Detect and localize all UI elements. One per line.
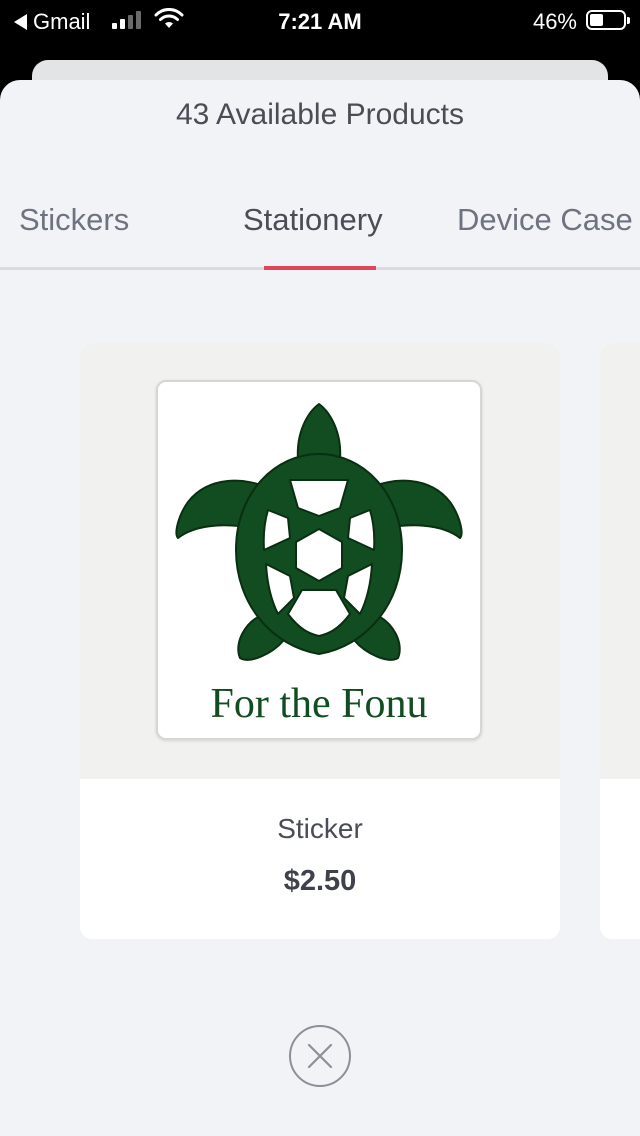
category-tabs: Stickers Stationery Device Case [0,198,640,272]
battery-icon [586,10,630,30]
turtle-icon [175,403,463,661]
sheet-title: 43 Available Products [176,98,464,131]
close-button[interactable] [289,1025,351,1087]
close-icon [307,1043,333,1069]
next-product-card[interactable] [600,343,640,939]
product-image: For the Fonu [156,380,482,740]
battery-level [590,14,603,26]
product-image-area: For the Fonu [80,343,560,779]
tab-stickers[interactable]: Stickers [19,202,129,238]
sticker-caption: For the Fonu [210,681,428,727]
battery-percentage: 46% [532,9,577,34]
active-tab-indicator [264,266,376,270]
products-sheet: 43 Available Products Stickers Stationer… [0,80,640,1136]
product-price: $2.50 [283,865,357,897]
product-card[interactable]: For the Fonu Sticker $2.50 [80,343,560,939]
tab-stationery[interactable]: Stationery [243,202,383,238]
tab-device-case[interactable]: Device Case [457,202,633,238]
product-name: Sticker [277,813,363,844]
next-product-image-area [600,343,640,779]
app-screen: Gmail 7:21 AM 46% 43 Available Products … [0,0,640,1136]
status-bar: Gmail 7:21 AM 46% [0,0,640,42]
